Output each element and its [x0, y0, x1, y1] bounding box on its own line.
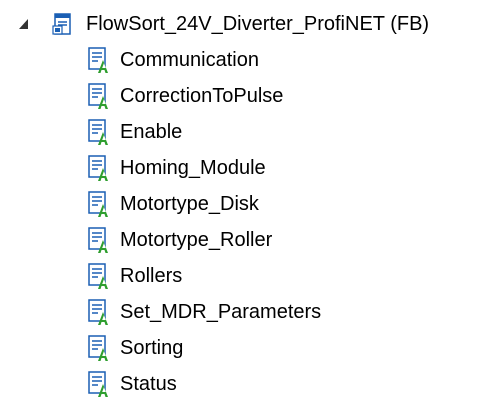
tree-node-label: Enable [120, 121, 183, 143]
network-icon [88, 226, 112, 254]
tree-node-motortype-roller[interactable]: Motortype_Roller [88, 222, 468, 258]
child-node-list: Communication CorrectionToPulse Enable H… [88, 42, 468, 402]
network-icon [88, 370, 112, 398]
tree-node-label: Status [120, 373, 177, 395]
network-icon [88, 298, 112, 326]
network-icon [88, 190, 112, 218]
root-node-label: FlowSort_24V_Diverter_ProfiNET (FB) [86, 13, 430, 35]
network-icon [88, 46, 112, 74]
tree-node-label: Motortype_Disk [120, 193, 259, 215]
expand-collapse-arrow-icon[interactable] [18, 18, 30, 30]
project-tree: FlowSort_24V_Diverter_ProfiNET (FB) Comm… [0, 0, 480, 403]
tree-node-status[interactable]: Status [88, 366, 468, 402]
tree-node-set-mdr-parameters[interactable]: Set_MDR_Parameters [88, 294, 468, 330]
network-icon [88, 154, 112, 182]
tree-node-communication[interactable]: Communication [88, 42, 468, 78]
tree-node-root[interactable]: FlowSort_24V_Diverter_ProfiNET (FB) [0, 8, 429, 40]
tree-node-sorting[interactable]: Sorting [88, 330, 468, 366]
tree-node-label: Set_MDR_Parameters [120, 301, 322, 323]
tree-node-label: Communication [120, 49, 259, 71]
network-icon [88, 334, 112, 362]
tree-node-motortype-disk[interactable]: Motortype_Disk [88, 186, 468, 222]
network-icon [88, 262, 112, 290]
tree-node-correctiontopulse[interactable]: CorrectionToPulse [88, 78, 468, 114]
tree-node-label: Sorting [120, 337, 184, 359]
tree-node-label: Motortype_Roller [120, 229, 273, 251]
tree-node-label: CorrectionToPulse [120, 85, 284, 107]
tree-node-label: Homing_Module [120, 157, 266, 179]
tree-node-homing-module[interactable]: Homing_Module [88, 150, 468, 186]
tree-node-label: Rollers [120, 265, 183, 287]
tree-node-enable[interactable]: Enable [88, 114, 468, 150]
network-icon [88, 118, 112, 146]
network-icon [88, 82, 112, 110]
function-block-icon [52, 13, 74, 35]
tree-node-rollers[interactable]: Rollers [88, 258, 468, 294]
